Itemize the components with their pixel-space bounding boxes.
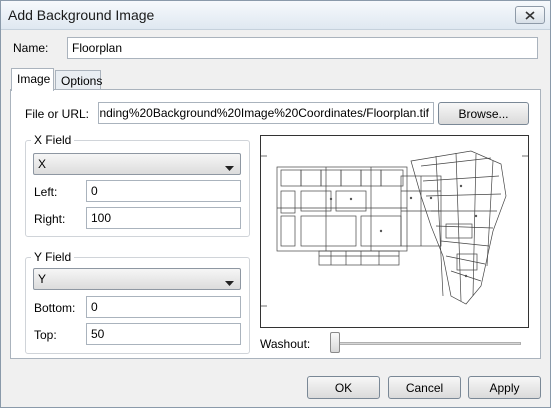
washout-label: Washout: [260, 337, 311, 351]
add-background-image-dialog: Add Background Image Name: Floorplan Ima… [0, 0, 551, 408]
file-url-input[interactable]: ce/Finding%20Background%20Image%20Coordi… [98, 102, 434, 124]
bottom-label: Bottom: [34, 301, 76, 315]
browse-button[interactable]: Browse... [438, 102, 529, 125]
apply-button[interactable]: Apply [468, 376, 541, 399]
right-label: Right: [34, 212, 66, 226]
y-field-select[interactable]: Y [33, 268, 241, 290]
washout-slider-thumb[interactable] [330, 332, 340, 353]
left-input[interactable]: 0 [86, 180, 241, 202]
tab-image[interactable]: Image [11, 68, 54, 91]
title-bar: Add Background Image [1, 1, 550, 30]
x-field-select[interactable]: X [33, 153, 241, 175]
ok-button[interactable]: OK [307, 376, 380, 399]
tab-options[interactable]: Options [55, 70, 103, 91]
top-input[interactable]: 50 [86, 323, 241, 345]
floorplan-image [261, 150, 528, 307]
name-label: Name: [13, 41, 49, 55]
file-url-value: ce/Finding%20Background%20Image%20Coordi… [98, 106, 429, 120]
washout-slider-track[interactable] [333, 342, 521, 345]
background-image-preview [260, 135, 529, 328]
tab-image-label: Image [17, 72, 51, 86]
window-title: Add Background Image [8, 7, 155, 23]
chevron-down-icon [225, 161, 234, 175]
y-field-title: Y Field [31, 250, 75, 264]
y-field-selected-value: Y [38, 272, 47, 286]
file-url-label: File or URL: [25, 107, 90, 121]
right-input[interactable]: 100 [86, 207, 241, 229]
tab-options-label: Options [61, 74, 103, 88]
top-label: Top: [34, 328, 57, 342]
close-icon [525, 10, 535, 20]
bottom-input[interactable]: 0 [86, 296, 241, 318]
name-input[interactable]: Floorplan [67, 37, 538, 59]
x-field-title: X Field [31, 133, 75, 147]
cancel-button[interactable]: Cancel [388, 376, 461, 399]
chevron-down-icon [225, 276, 234, 290]
left-label: Left: [34, 185, 58, 199]
close-button[interactable] [515, 6, 545, 24]
x-field-selected-value: X [38, 157, 47, 171]
